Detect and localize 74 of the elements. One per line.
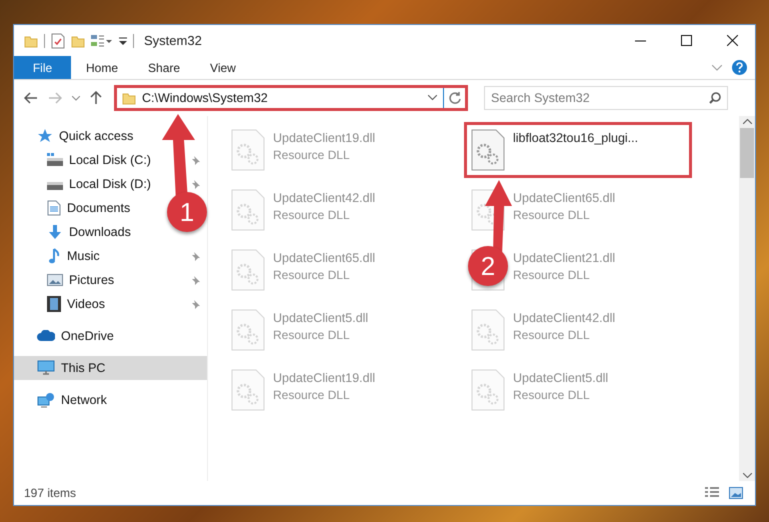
file-type: Resource DLL (513, 328, 591, 342)
document-icon (47, 200, 61, 216)
monitor-icon (37, 360, 55, 376)
gear-file-icon (231, 309, 265, 351)
recent-locations-button[interactable] (70, 94, 82, 102)
help-icon (732, 60, 747, 75)
item-count: 197 items (24, 486, 76, 500)
forward-arrow-icon (48, 92, 62, 104)
customize-dropdown-icon (91, 34, 113, 48)
search-icon (709, 92, 721, 104)
large-icons-view-button[interactable] (727, 485, 745, 501)
ribbon-tab[interactable]: Share (133, 56, 196, 79)
sidebar-item[interactable]: Pictures (14, 268, 207, 292)
network-icon (37, 392, 55, 408)
sidebar-item[interactable]: Quick access (14, 124, 140, 148)
gear-file-icon (231, 369, 265, 411)
gear-file-icon (471, 129, 505, 171)
sidebar-item[interactable]: Local Disk (C:) (14, 148, 207, 172)
file-name: libfloat32tou16_plugi... (513, 131, 638, 145)
expand-ribbon-icon (712, 64, 722, 70)
file-type: Resource DLL (513, 208, 591, 222)
caret-icon (72, 96, 80, 100)
gear-file-icon (231, 249, 265, 291)
gear-file-icon (231, 189, 265, 231)
selected-file-item[interactable]: libfloat32tou16_plugi... (464, 122, 692, 178)
scroll-up-icon (742, 119, 752, 124)
properties-icon (51, 32, 65, 48)
sidebar-item[interactable]: OneDrive (14, 324, 120, 348)
close-icon (726, 35, 738, 46)
star-icon (37, 128, 53, 144)
gear-file-icon (471, 309, 505, 351)
up-button[interactable] (88, 89, 104, 107)
music-note-icon (47, 248, 61, 264)
large-icons-view-icon (729, 487, 743, 499)
scroll-down-icon (742, 473, 752, 478)
sidebar-item[interactable]: Downloads (14, 220, 137, 244)
back-button[interactable] (22, 90, 40, 106)
ribbon-tab[interactable]: View (195, 56, 251, 79)
cloud-icon (37, 330, 55, 342)
gear-file-icon (471, 369, 505, 411)
new-folder-icon (71, 34, 85, 48)
search-field[interactable]: Search System32 (484, 86, 728, 110)
window-title: System32 (144, 33, 202, 48)
drive-icon (47, 153, 63, 167)
file-menu-tab[interactable]: File (14, 56, 71, 79)
scrollbar-thumb[interactable] (740, 128, 754, 178)
refresh-icon (448, 92, 460, 104)
sidebar-item[interactable]: This PC (14, 356, 207, 380)
back-arrow-icon (24, 92, 38, 104)
picture-icon (47, 273, 63, 287)
file-type: Resource DLL (273, 388, 351, 402)
file-type: Resource DLL (513, 268, 591, 282)
file-type: Resource DLL (513, 388, 591, 402)
sidebar-item[interactable]: Network (14, 388, 113, 412)
gear-file-icon (231, 129, 265, 171)
details-view-icon (705, 487, 719, 499)
dropdown-caret-icon (428, 95, 437, 101)
download-arrow-icon (47, 224, 63, 240)
ribbon-tab[interactable]: Home (71, 56, 134, 79)
up-arrow-icon (90, 91, 102, 105)
sidebar-item[interactable]: Documents (14, 196, 136, 220)
sidebar-item[interactable]: Music (14, 244, 207, 268)
file-type: Resource DLL (273, 328, 351, 342)
quick-access-caret-icon (119, 36, 127, 46)
file-type: Resource DLL (273, 268, 351, 282)
file-type: Resource DLL (273, 148, 351, 162)
scrollbar[interactable] (739, 116, 755, 481)
maximize-icon (680, 35, 692, 46)
sidebar-item[interactable]: Videos (14, 292, 207, 316)
address-bar[interactable]: C:\Windows\System32 (114, 85, 468, 111)
file-type: Resource DLL (273, 208, 351, 222)
folder-icon (24, 34, 38, 48)
folder-icon (122, 91, 136, 105)
film-icon (47, 296, 61, 312)
